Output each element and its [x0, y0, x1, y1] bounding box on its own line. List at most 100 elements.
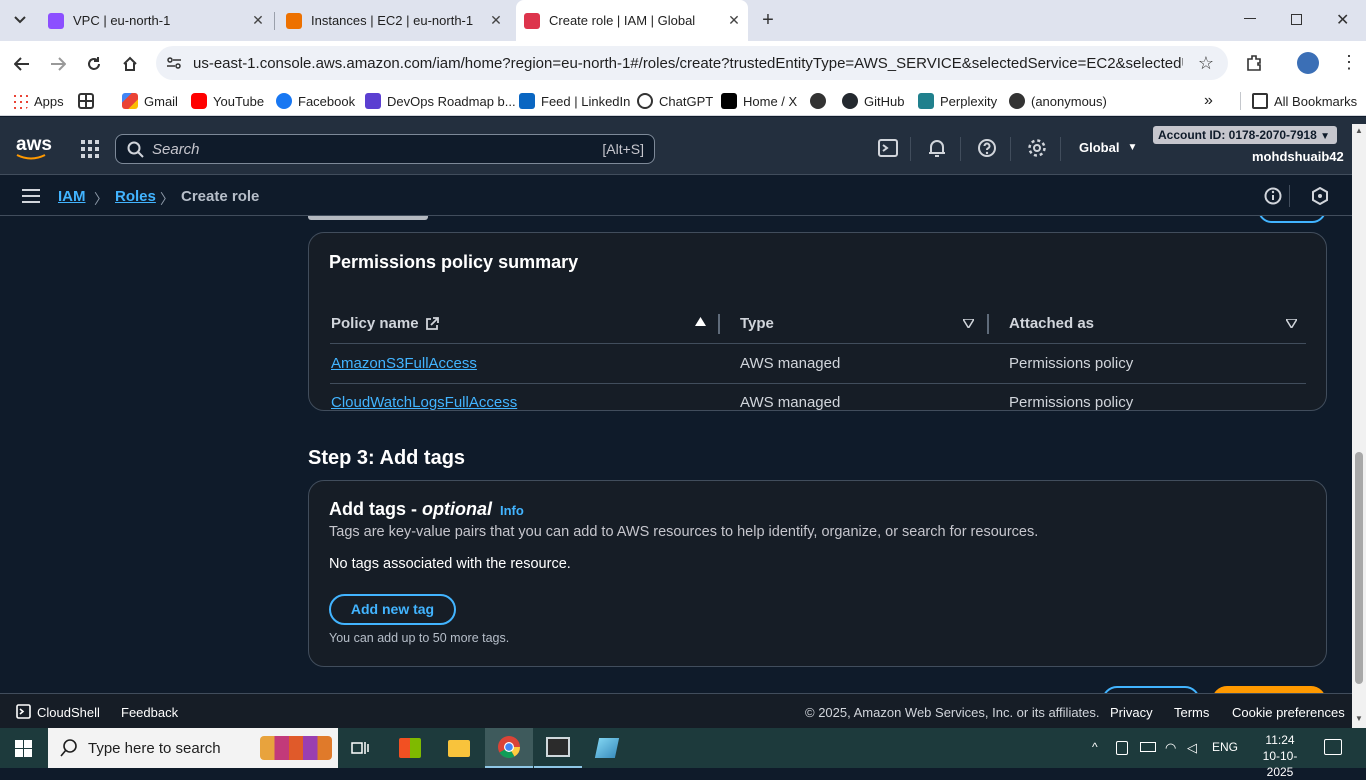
- home-icon[interactable]: [117, 51, 143, 77]
- windows-start-icon[interactable]: [15, 740, 32, 757]
- cloudshell-footer-icon[interactable]: [16, 704, 31, 719]
- breadcrumb-iam[interactable]: IAM: [58, 188, 86, 205]
- scrollbar-thumb[interactable]: [1355, 452, 1363, 684]
- tab-title: VPC | eu-north-1: [73, 13, 171, 28]
- devops-icon: [365, 93, 381, 109]
- browser-tab-vpc[interactable]: VPC | eu-north-1 ✕: [40, 0, 270, 41]
- bookmark-label: Gmail: [144, 93, 178, 109]
- scroll-down-arrow-icon[interactable]: ▼: [1355, 714, 1363, 723]
- close-tab-icon[interactable]: ✕: [250, 12, 266, 29]
- browser-tab-create-role[interactable]: Create role | IAM | Global ✕: [516, 0, 748, 41]
- add-new-tag-button[interactable]: Add new tag: [329, 594, 456, 625]
- profile-avatar[interactable]: [1297, 52, 1319, 74]
- menu-kebab-icon[interactable]: ⋮: [1340, 53, 1358, 71]
- info-panel-icon[interactable]: [1264, 187, 1282, 205]
- tray-device-icon[interactable]: [1116, 741, 1128, 755]
- bookmark-youtube[interactable]: YouTube: [191, 92, 264, 110]
- new-tab-icon[interactable]: +: [758, 10, 778, 30]
- bookmark-chatgpt[interactable]: ChatGPT: [637, 92, 713, 110]
- search-highlight-icon[interactable]: [260, 736, 332, 760]
- column-attached-as[interactable]: Attached as: [1009, 315, 1094, 332]
- notifications-bell-icon[interactable]: [927, 138, 949, 160]
- edit-button-partial[interactable]: [1258, 216, 1326, 223]
- column-type[interactable]: Type: [740, 315, 774, 332]
- policy-link-cloudwatchlogsfullaccess[interactable]: CloudWatchLogsFullAccess: [331, 394, 517, 411]
- bookmark-globe[interactable]: [810, 92, 832, 110]
- restore-icon[interactable]: [1291, 14, 1302, 25]
- snipping-tool-icon[interactable]: [534, 728, 582, 768]
- forward-icon[interactable]: [45, 51, 71, 77]
- search-shortcut: [Alt+S]: [602, 141, 644, 157]
- volume-icon[interactable]: ◁: [1187, 740, 1197, 756]
- copyright-text: © 2025, Amazon Web Services, Inc. or its…: [805, 705, 1100, 720]
- bookmark-github[interactable]: GitHub: [842, 92, 904, 110]
- wifi-icon[interactable]: ◠: [1165, 740, 1176, 756]
- more-bookmarks-icon[interactable]: »: [1204, 92, 1213, 110]
- bookmark-tab-groups[interactable]: [78, 92, 100, 110]
- policy-link-amazons3fullaccess[interactable]: AmazonS3FullAccess: [331, 355, 477, 372]
- page-scrollbar[interactable]: ▲ ▼: [1352, 124, 1366, 728]
- bookmark-anonymous[interactable]: (anonymous): [1009, 92, 1107, 110]
- back-icon[interactable]: [9, 51, 35, 77]
- bookmark-linkedin[interactable]: Feed | LinkedIn: [519, 92, 630, 110]
- notepad-app-icon[interactable]: [583, 728, 631, 768]
- previous-button-partial[interactable]: [1102, 686, 1200, 693]
- hamburger-menu-icon[interactable]: [22, 189, 40, 203]
- tray-chevron-up-icon[interactable]: ^: [1092, 740, 1098, 754]
- sort-icon[interactable]: [963, 319, 974, 328]
- battery-icon[interactable]: [1140, 742, 1156, 752]
- privacy-link[interactable]: Privacy: [1110, 705, 1153, 720]
- microsoft-store-icon[interactable]: [386, 728, 434, 768]
- clock[interactable]: 11:24 10-10-2025: [1250, 732, 1310, 780]
- chevron-right-icon: 〉: [94, 191, 108, 207]
- aws-search-input[interactable]: Search [Alt+S]: [115, 134, 655, 164]
- terms-link[interactable]: Terms: [1174, 705, 1209, 720]
- create-role-button-partial[interactable]: [1212, 686, 1326, 693]
- permissions-summary-card: Permissions policy summary Policy name T…: [308, 232, 1327, 411]
- reload-icon[interactable]: [81, 51, 107, 77]
- bookmark-perplexity[interactable]: Perplexity: [918, 92, 997, 110]
- bookmark-apps[interactable]: Apps: [12, 92, 64, 110]
- site-info-icon[interactable]: [166, 55, 182, 71]
- tab-search-icon[interactable]: [8, 8, 32, 32]
- extensions-icon[interactable]: [1244, 53, 1264, 73]
- file-explorer-icon[interactable]: [435, 728, 483, 768]
- close-tab-icon[interactable]: ✕: [726, 12, 742, 29]
- taskbar-search-input[interactable]: Type here to search: [48, 728, 338, 768]
- aws-logo[interactable]: aws: [16, 135, 52, 160]
- browser-tab-instances[interactable]: Instances | EC2 | eu-north-1 ✕: [278, 0, 508, 41]
- services-grid-icon[interactable]: [80, 139, 100, 159]
- address-bar[interactable]: us-east-1.console.aws.amazon.com/iam/hom…: [156, 46, 1228, 80]
- settings-gear-icon[interactable]: [1027, 138, 1049, 160]
- breadcrumb-create-role: Create role: [181, 188, 260, 205]
- minimize-icon[interactable]: [1244, 18, 1256, 19]
- sort-icon[interactable]: [1286, 319, 1297, 328]
- column-policy-name[interactable]: Policy name: [331, 315, 439, 332]
- close-tab-icon[interactable]: ✕: [488, 12, 504, 29]
- bookmark-gmail[interactable]: Gmail: [122, 92, 178, 110]
- breadcrumb-roles[interactable]: Roles: [115, 188, 156, 205]
- info-link[interactable]: Info: [500, 503, 524, 518]
- amazon-q-icon[interactable]: [1311, 187, 1329, 205]
- cloudshell-link[interactable]: CloudShell: [37, 705, 100, 720]
- all-bookmarks[interactable]: All Bookmarks: [1252, 92, 1357, 110]
- username[interactable]: mohdshuaib42: [1252, 149, 1344, 164]
- sort-ascending-icon[interactable]: [695, 317, 706, 326]
- cloudshell-icon[interactable]: [878, 138, 900, 160]
- bookmark-devops[interactable]: DevOps Roadmap b...: [365, 92, 516, 110]
- feedback-link[interactable]: Feedback: [121, 705, 178, 720]
- language-indicator[interactable]: ENG: [1212, 740, 1238, 754]
- bookmark-x[interactable]: Home / X: [721, 92, 797, 110]
- notifications-icon[interactable]: [1324, 739, 1342, 755]
- scroll-up-arrow-icon[interactable]: ▲: [1355, 126, 1363, 135]
- bookmark-star-icon[interactable]: ☆: [1198, 53, 1214, 74]
- task-view-icon[interactable]: [336, 728, 384, 768]
- chrome-taskbar-icon[interactable]: [485, 728, 533, 768]
- cookie-preferences-link[interactable]: Cookie preferences: [1232, 705, 1345, 720]
- close-window-icon[interactable]: ✕: [1336, 10, 1349, 30]
- help-icon[interactable]: [977, 138, 999, 160]
- bookmark-facebook[interactable]: Facebook: [276, 92, 355, 110]
- folder-icon: [1252, 93, 1268, 109]
- region-selector[interactable]: Global ▼: [1079, 140, 1137, 155]
- account-id-badge[interactable]: Account ID: 0178-2070-7918 ▼: [1153, 126, 1337, 144]
